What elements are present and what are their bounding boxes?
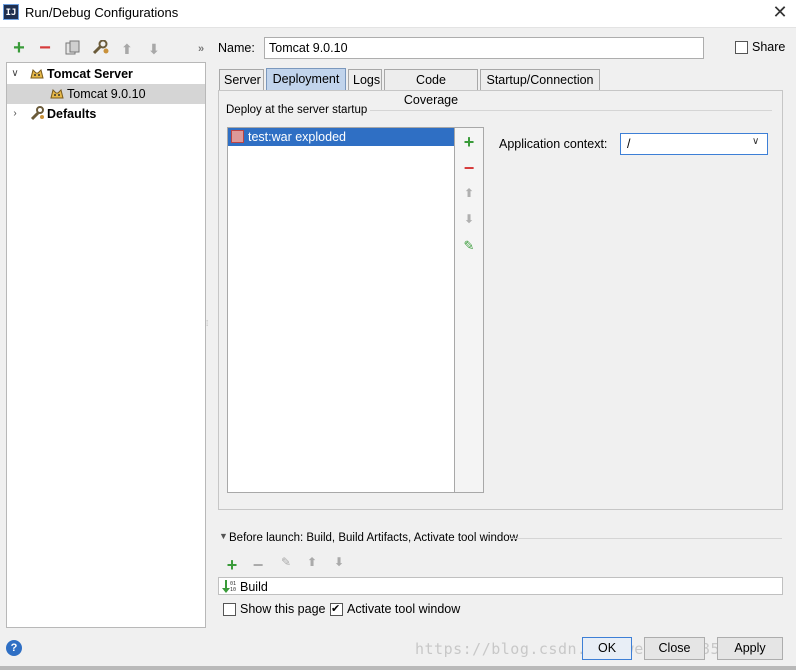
list-toolbar — [455, 127, 484, 493]
close-button[interactable]: Close — [644, 637, 705, 660]
move-up-icon[interactable]: ⬆ — [118, 40, 136, 58]
copy-configuration-icon[interactable] — [64, 40, 82, 58]
edit-defaults-icon[interactable] — [91, 39, 109, 58]
add-icon[interactable]: + — [462, 132, 476, 152]
ok-button[interactable]: OK — [582, 637, 632, 660]
show-page-label: Show this page — [240, 602, 326, 616]
tab-server[interactable]: Server — [219, 69, 264, 91]
remove-configuration-icon[interactable]: − — [36, 38, 54, 58]
task-down-icon[interactable]: ⬇ — [331, 555, 347, 571]
task-up-icon[interactable]: ⬆ — [304, 555, 320, 571]
chevron-down-icon[interactable]: ∨ — [10, 64, 20, 84]
edit-task-icon[interactable]: ✎ — [278, 555, 294, 571]
move-up-icon[interactable]: ⬆ — [462, 186, 476, 202]
more-actions-icon[interactable]: » — [192, 40, 210, 58]
artifact-icon — [231, 130, 244, 143]
edit-pencil-icon[interactable]: ✎ — [462, 238, 476, 254]
share-checkbox[interactable] — [735, 41, 748, 54]
build-icon: 01 10 — [221, 578, 237, 596]
wrench-icon — [29, 106, 45, 122]
window-title: Run/Debug Configurations — [25, 5, 179, 20]
help-icon[interactable]: ? — [6, 640, 22, 656]
tree-item-label: Defaults — [47, 107, 97, 121]
share-label: Share — [752, 40, 786, 54]
name-field[interactable]: Tomcat 9.0.10 — [264, 37, 704, 59]
group-title: Deploy at the server startup — [226, 104, 368, 116]
tab-startup-connection[interactable]: Startup/Connection — [480, 69, 600, 91]
remove-icon[interactable]: − — [462, 158, 476, 178]
add-configuration-icon[interactable]: + — [10, 38, 28, 58]
task-row[interactable] — [218, 577, 783, 595]
svg-text:10: 10 — [230, 587, 236, 593]
tree-item-tomcat-server[interactable]: ∨ Tomcat Server — [7, 64, 205, 84]
remove-task-icon[interactable]: − — [250, 555, 266, 575]
tree-item-label: Tomcat Server — [47, 67, 133, 81]
chevron-down-icon[interactable]: ∨ — [752, 136, 759, 147]
application-context-select[interactable]: / — [620, 133, 768, 155]
list-item[interactable]: test:war exploded — [228, 128, 454, 146]
move-down-icon[interactable]: ⬇ — [462, 212, 476, 228]
tab-logs[interactable]: Logs — [348, 69, 382, 91]
divider — [370, 110, 772, 111]
tab-code-coverage[interactable]: Code Coverage — [384, 69, 478, 107]
tomcat-icon — [29, 66, 45, 82]
check-icon: ✔ — [331, 603, 341, 615]
chevron-right-icon[interactable]: › — [10, 104, 20, 124]
divider — [510, 538, 782, 539]
configuration-tree[interactable]: ∨ Tomcat Server Tomcat 9.0.10 › Defaults — [6, 62, 206, 628]
intellij-app-icon: IJ — [3, 4, 19, 20]
tree-item-label: Tomcat 9.0.10 — [67, 87, 146, 101]
tab-deployment[interactable]: Deployment — [266, 68, 346, 91]
task-label: Build — [240, 580, 268, 594]
before-launch-label: Before launch: Build, Build Artifacts, A… — [229, 532, 518, 544]
activate-tool-label: Activate tool window — [347, 602, 461, 616]
tree-item-tomcat-9[interactable]: Tomcat 9.0.10 — [7, 84, 205, 104]
show-page-checkbox[interactable] — [223, 603, 236, 616]
apply-button[interactable]: Apply — [717, 637, 783, 660]
tomcat-icon — [49, 86, 65, 102]
collapse-icon[interactable]: ▼ — [219, 531, 228, 541]
tree-item-defaults[interactable]: › Defaults — [7, 104, 205, 124]
window-bottom-edge — [0, 666, 796, 670]
name-label: Name: — [218, 41, 255, 55]
move-down-icon[interactable]: ⬇ — [145, 40, 163, 58]
add-task-icon[interactable]: + — [224, 555, 240, 575]
context-label: Application context: — [499, 137, 608, 151]
splitter-handle[interactable]: ⁞ — [206, 320, 210, 334]
deployment-list[interactable] — [227, 127, 455, 493]
close-window-icon[interactable]: ✕ — [770, 2, 790, 22]
